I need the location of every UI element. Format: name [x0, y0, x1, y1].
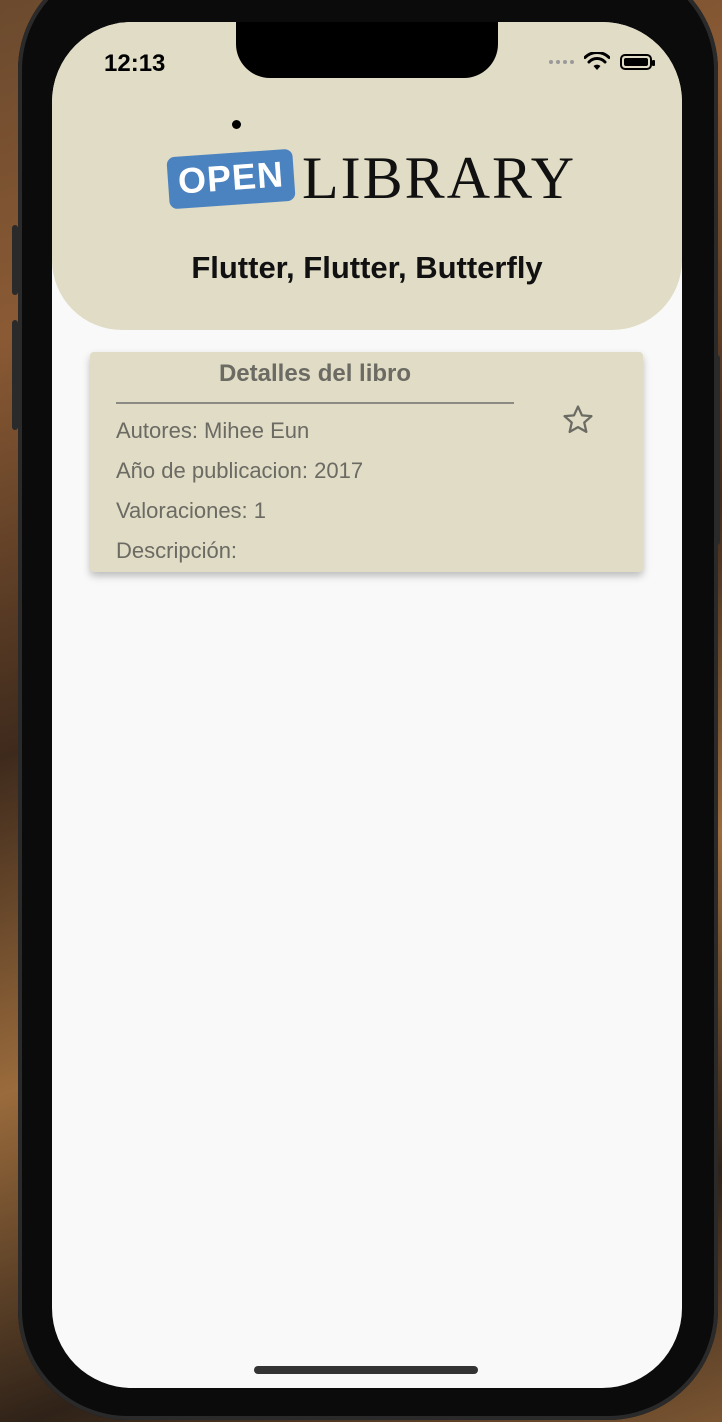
- battery-icon: [620, 54, 655, 70]
- app-screen: 12:13 OPEN LIBRARY Flutter, Flutter, But…: [52, 22, 682, 1388]
- camera-dot: [232, 120, 241, 129]
- wifi-icon: [584, 52, 610, 70]
- divider: [116, 402, 514, 404]
- app-header: 12:13 OPEN LIBRARY Flutter, Flutter, But…: [52, 22, 682, 330]
- favorite-star-button[interactable]: [554, 396, 602, 444]
- logo-library-text: LIBRARY: [302, 145, 577, 211]
- ratings-text: Valoraciones: 1: [116, 498, 267, 523]
- authors-text: Autores: Mihee Eun: [116, 418, 310, 443]
- side-button: [12, 225, 18, 295]
- open-library-logo: OPEN LIBRARY: [166, 144, 577, 213]
- signal-icon: [549, 60, 574, 64]
- home-indicator[interactable]: [254, 1366, 478, 1374]
- description-text: Descripción:: [116, 538, 238, 563]
- card-title: Detalles del libro: [218, 360, 412, 387]
- logo-open-badge: OPEN: [166, 148, 296, 209]
- publication-year-text: Año de publicacion: 2017: [116, 458, 364, 483]
- status-icons: [549, 52, 655, 72]
- side-button: [12, 320, 18, 430]
- book-details-card: Detalles del libro Autores: Mihee Eun Añ…: [90, 352, 643, 572]
- star-outline-icon: [563, 405, 593, 434]
- notch: [236, 22, 498, 78]
- status-time: 12:13: [104, 50, 166, 77]
- side-button: [714, 355, 720, 545]
- book-title: Flutter, Flutter, Butterfly: [191, 250, 543, 285]
